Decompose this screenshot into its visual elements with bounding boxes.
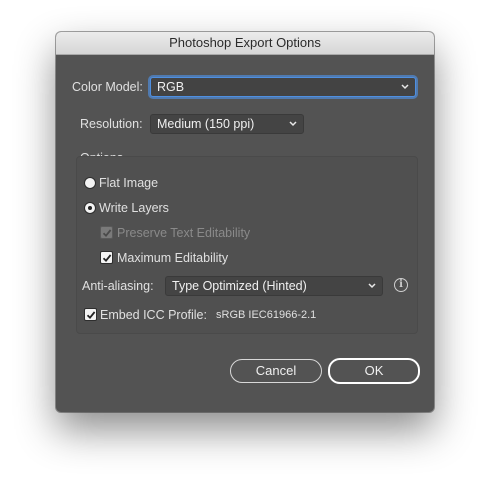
chevron-down-icon: [367, 279, 377, 293]
embed-icc-checkbox[interactable]: [84, 308, 97, 321]
write-layers-label[interactable]: Write Layers: [99, 201, 169, 215]
max-editability-label[interactable]: Maximum Editability: [117, 251, 228, 265]
chevron-down-icon: [400, 80, 410, 94]
preserve-text-label: Preserve Text Editability: [117, 226, 251, 240]
color-model-select[interactable]: RGB: [150, 77, 416, 97]
checkmark-icon: [102, 229, 112, 238]
preserve-text-checkbox[interactable]: [100, 226, 113, 239]
cancel-button[interactable]: Cancel: [230, 359, 322, 383]
embed-icc-label[interactable]: Embed ICC Profile:: [100, 308, 207, 322]
resolution-label: Resolution:: [80, 117, 143, 131]
checkmark-icon: [102, 254, 112, 263]
flat-image-radio[interactable]: [84, 177, 96, 189]
anti-aliasing-value: Type Optimized (Hinted): [172, 279, 307, 293]
resolution-value: Medium (150 ppi): [157, 117, 255, 131]
chevron-down-icon: [288, 117, 298, 131]
info-icon[interactable]: i: [394, 278, 408, 292]
checkmark-icon: [86, 311, 96, 320]
flat-image-label[interactable]: Flat Image: [99, 176, 158, 190]
ok-button[interactable]: OK: [328, 358, 420, 384]
export-options-dialog: Photoshop Export Options Color Model: RG…: [56, 32, 434, 412]
write-layers-radio[interactable]: [84, 202, 96, 214]
anti-aliasing-select[interactable]: Type Optimized (Hinted): [165, 276, 383, 296]
icc-profile-name: sRGB IEC61966-2.1: [216, 309, 317, 321]
anti-aliasing-label: Anti-aliasing:: [82, 279, 154, 293]
max-editability-checkbox[interactable]: [100, 251, 113, 264]
color-model-value: RGB: [157, 80, 185, 94]
dialog-title: Photoshop Export Options: [56, 32, 434, 55]
color-model-label: Color Model:: [72, 80, 143, 94]
resolution-select[interactable]: Medium (150 ppi): [150, 114, 304, 134]
